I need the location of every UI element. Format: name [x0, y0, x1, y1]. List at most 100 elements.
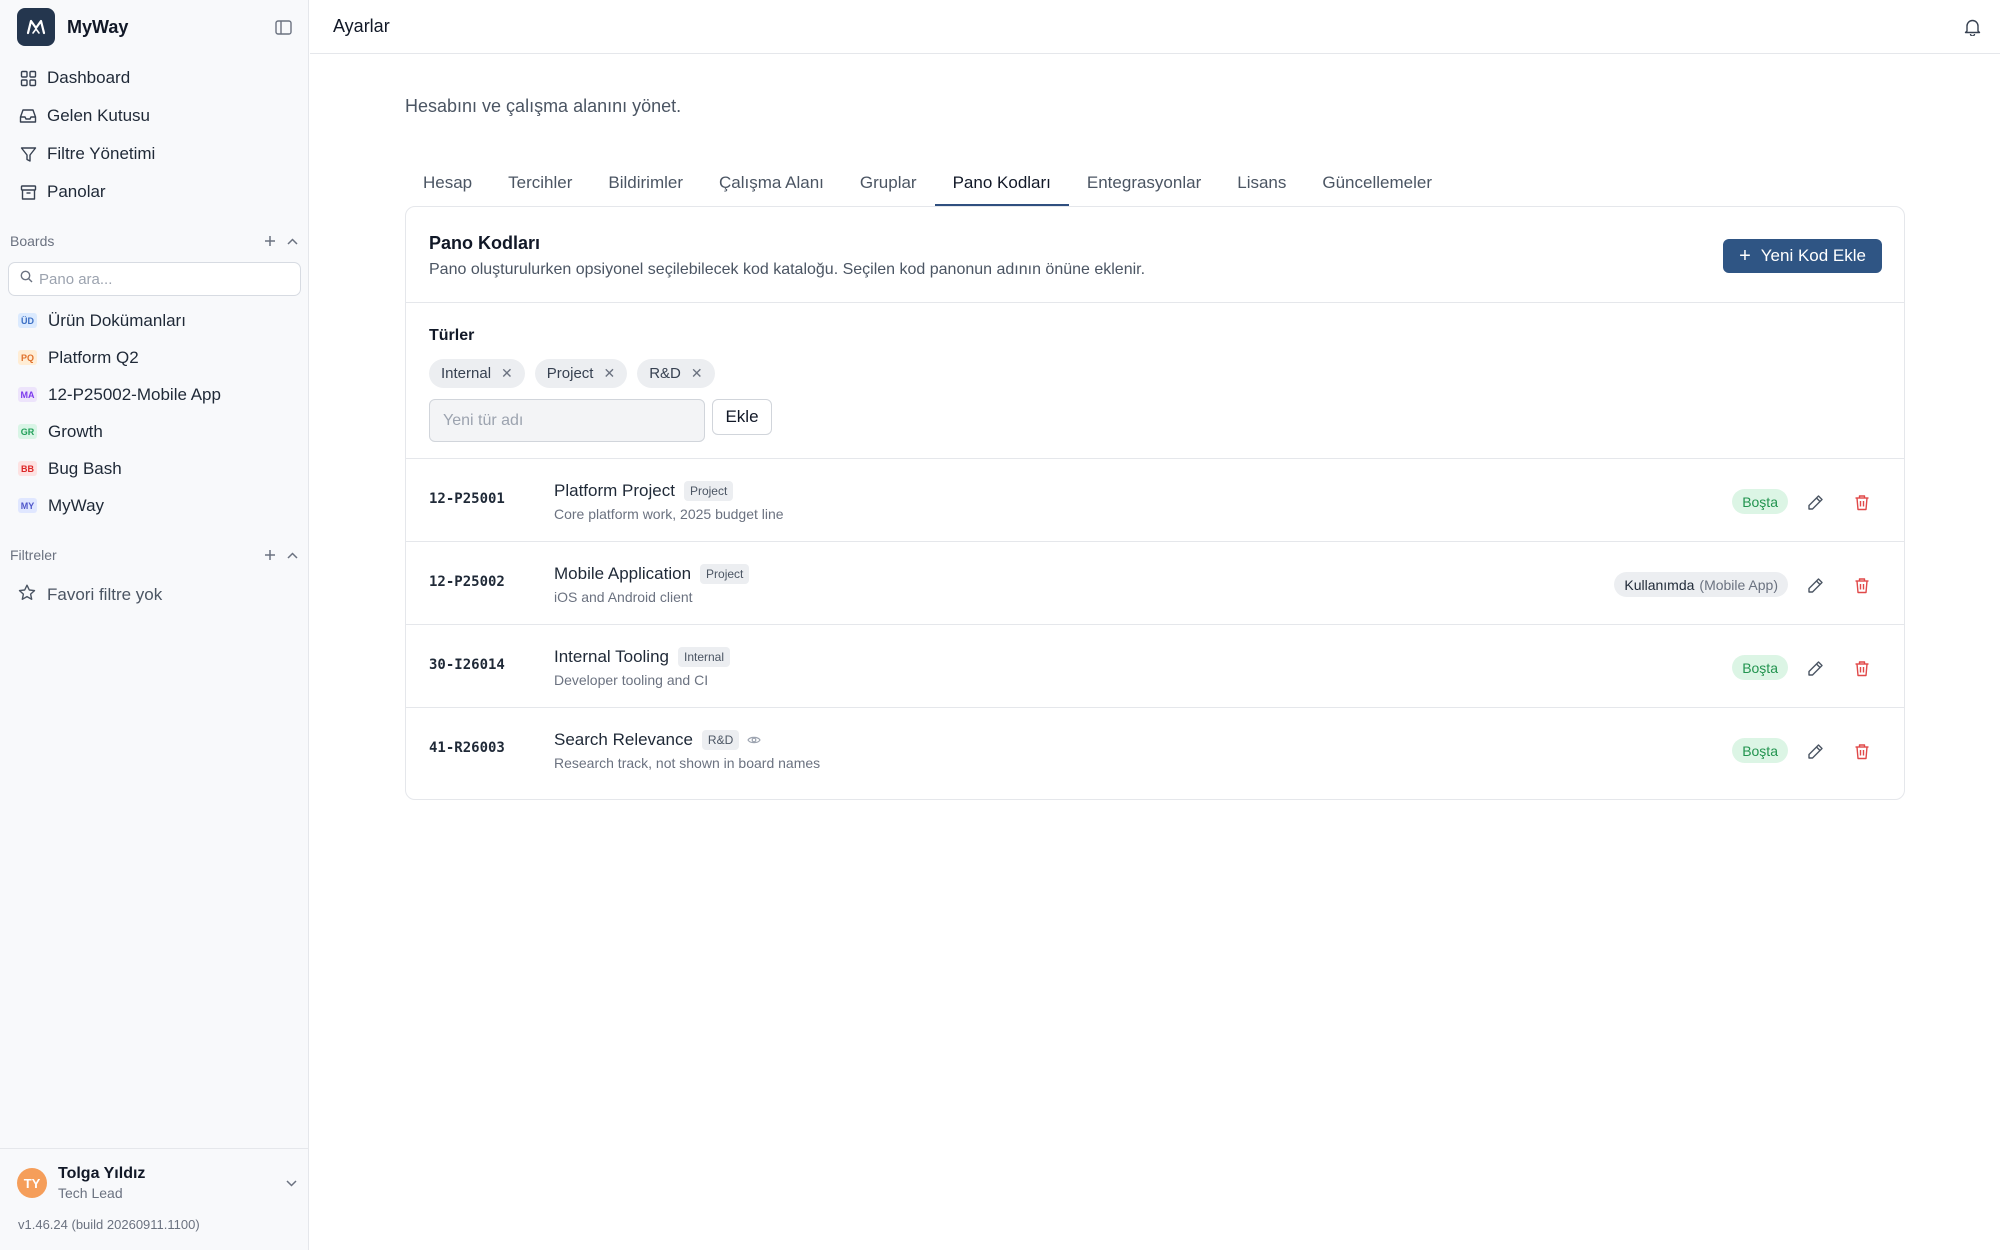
- add-type-button[interactable]: Ekle: [712, 399, 772, 435]
- nav-item-dashboard[interactable]: Dashboard: [8, 59, 301, 97]
- brand[interactable]: MyWay: [17, 8, 128, 46]
- board-item-label: Bug Bash: [48, 458, 122, 478]
- tab-9[interactable]: Güncellemeler: [1304, 160, 1450, 206]
- nav-item-label: Panolar: [47, 182, 106, 201]
- delete-trash-icon[interactable]: [1851, 740, 1873, 762]
- code-description: Developer tooling and CI: [554, 672, 709, 688]
- status-badge: Kullanımda (Mobile App): [1614, 572, 1788, 597]
- code-description: iOS and Android client: [554, 589, 693, 605]
- code-row: 12-P25002 Mobile Application Project iOS an…: [406, 542, 1904, 625]
- board-item[interactable]: MY MyWay: [8, 487, 301, 524]
- add-new-code-label: Yeni Kod Ekle: [1760, 246, 1866, 265]
- nav-item-filters[interactable]: Filtre Yönetimi: [8, 135, 301, 173]
- sidebar-toggle-icon[interactable]: [272, 16, 294, 38]
- edit-pencil-icon[interactable]: [1804, 574, 1826, 596]
- nav-item-label: Filtre Yönetimi: [47, 144, 156, 163]
- type-chip-label: R&D: [649, 365, 681, 382]
- dashboard-grid-icon: [19, 69, 37, 87]
- nav-item-label: Gelen Kutusu: [47, 106, 151, 125]
- code-name-line: Internal Tooling Internal: [554, 647, 731, 667]
- card-header: Pano Kodları Pano oluşturulurken opsiyon…: [406, 207, 1904, 303]
- code-name: Mobile Application: [554, 564, 692, 583]
- eye-icon: [747, 733, 761, 747]
- add-board-plus-icon[interactable]: [262, 233, 278, 249]
- boards-section-header: Boards: [10, 231, 300, 251]
- tab-5[interactable]: Gruplar: [842, 160, 935, 206]
- chevron-down-icon: [286, 1174, 297, 1192]
- user-name: Tolga Yıldız: [58, 1165, 146, 1182]
- code-description: Core platform work, 2025 budget line: [554, 506, 784, 522]
- remove-type-close-icon[interactable]: ✕: [603, 365, 615, 382]
- code-row: 30-I26014 Internal Tooling Internal Develop…: [406, 625, 1904, 708]
- sidebar: MyWay Dashboard Gelen Kutusu Filtre Yöne…: [0, 0, 309, 1250]
- filters-section-header: Filtreler: [10, 545, 300, 565]
- add-filter-plus-icon[interactable]: [262, 547, 278, 563]
- status-text: Boşta: [1742, 659, 1778, 676]
- main-nav: Dashboard Gelen Kutusu Filtre Yönetimi P…: [8, 59, 301, 211]
- tab-1[interactable]: Hesap: [405, 160, 490, 206]
- star-icon: [18, 584, 36, 606]
- board-item[interactable]: MA 12-P25002-Mobile App: [8, 376, 301, 413]
- new-type-input[interactable]: [429, 399, 705, 442]
- tab-3[interactable]: Bildirimler: [590, 160, 701, 206]
- board-badge: BB: [18, 461, 37, 476]
- nav-item-inbox[interactable]: Gelen Kutusu: [8, 97, 301, 135]
- board-item[interactable]: GR Growth: [8, 413, 301, 450]
- boards-section-title: Boards: [10, 233, 55, 249]
- edit-pencil-icon[interactable]: [1804, 657, 1826, 679]
- tab-8[interactable]: Lisans: [1219, 160, 1304, 206]
- status-badge: Boşta: [1732, 655, 1788, 680]
- page-subtitle: Hesabını ve çalışma alanını yönet.: [405, 96, 682, 116]
- board-item[interactable]: ÜD Ürün Dokümanları: [8, 302, 301, 339]
- type-chip: Internal ✕: [429, 359, 525, 388]
- type-chip-label: Project: [546, 365, 594, 382]
- nav-item-boards[interactable]: Panolar: [8, 173, 301, 211]
- page-title: Ayarlar: [333, 16, 390, 36]
- code-type-tag: R&D: [701, 730, 740, 750]
- delete-trash-icon[interactable]: [1851, 491, 1873, 513]
- types-section: Türler Internal ✕ Project ✕ R&D ✕ Ekle: [406, 303, 1904, 459]
- code-description: Research track, not shown in board names: [554, 755, 821, 771]
- code-name: Internal Tooling: [554, 647, 669, 666]
- favorite-filters-empty: Favori filtre yok: [18, 581, 162, 609]
- user-menu[interactable]: TY Tolga Yıldız Tech Lead: [17, 1161, 297, 1205]
- status-board-name: (Mobile App): [1699, 576, 1778, 593]
- code-type-tag: Internal: [678, 647, 731, 667]
- tab-4[interactable]: Çalışma Alanı: [701, 160, 842, 206]
- collapse-filters-chevron-up-icon[interactable]: [284, 547, 300, 563]
- delete-trash-icon[interactable]: [1851, 574, 1873, 596]
- board-search-input[interactable]: [39, 270, 279, 288]
- board-search[interactable]: [8, 262, 301, 296]
- tab-7[interactable]: Entegrasyonlar: [1069, 160, 1219, 206]
- board-item[interactable]: PQ Platform Q2: [8, 339, 301, 376]
- app-name: MyWay: [67, 16, 129, 37]
- type-chip: R&D ✕: [637, 359, 715, 388]
- tab-2[interactable]: Tercihler: [490, 160, 590, 206]
- status-text: Boşta: [1742, 742, 1778, 759]
- tab-6[interactable]: Pano Kodları: [934, 160, 1070, 206]
- code-name: Platform Project: [554, 481, 675, 500]
- remove-type-close-icon[interactable]: ✕: [501, 365, 513, 382]
- add-new-code-button[interactable]: + Yeni Kod Ekle: [1723, 239, 1882, 273]
- delete-trash-icon[interactable]: [1851, 657, 1873, 679]
- board-badge: MY: [18, 498, 37, 513]
- search-icon: [20, 270, 33, 288]
- favorite-filters-empty-text: Favori filtre yok: [47, 585, 163, 604]
- app-version: v1.46.24 (build 20260911.1100): [18, 1217, 200, 1232]
- edit-pencil-icon[interactable]: [1804, 491, 1826, 513]
- board-item-label: Ürün Dokümanları: [48, 310, 186, 330]
- filter-icon: [19, 145, 37, 163]
- code-value: 12-P25001: [429, 491, 505, 507]
- board-item[interactable]: BB Bug Bash: [8, 450, 301, 487]
- top-bar: Ayarlar: [310, 0, 2000, 54]
- code-value: 30-I26014: [429, 657, 505, 673]
- edit-pencil-icon[interactable]: [1804, 740, 1826, 762]
- collapse-boards-chevron-up-icon[interactable]: [284, 233, 300, 249]
- status-text: Boşta: [1742, 493, 1778, 510]
- remove-type-close-icon[interactable]: ✕: [691, 365, 703, 382]
- code-value: 41-R26003: [429, 740, 505, 756]
- board-badge: GR: [18, 424, 37, 439]
- bell-icon[interactable]: [1962, 17, 1982, 37]
- code-name: Search Relevance: [554, 730, 693, 749]
- board-badge: MA: [18, 387, 37, 402]
